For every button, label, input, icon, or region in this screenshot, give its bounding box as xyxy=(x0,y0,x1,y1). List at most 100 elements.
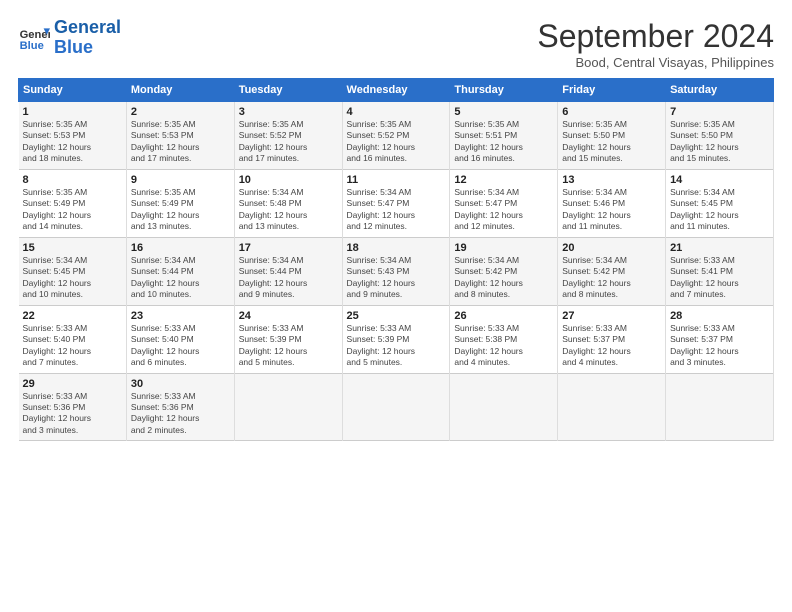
day-info: Sunrise: 5:33 AM Sunset: 5:40 PM Dayligh… xyxy=(23,323,122,369)
day-info: Sunrise: 5:33 AM Sunset: 5:39 PM Dayligh… xyxy=(347,323,446,369)
day-info: Sunrise: 5:35 AM Sunset: 5:52 PM Dayligh… xyxy=(239,119,338,165)
calendar-cell: 9Sunrise: 5:35 AM Sunset: 5:49 PM Daylig… xyxy=(126,169,234,237)
day-info: Sunrise: 5:34 AM Sunset: 5:46 PM Dayligh… xyxy=(562,187,661,233)
col-saturday: Saturday xyxy=(666,79,774,102)
week-row-4: 22Sunrise: 5:33 AM Sunset: 5:40 PM Dayli… xyxy=(19,305,774,373)
calendar-cell: 12Sunrise: 5:34 AM Sunset: 5:47 PM Dayli… xyxy=(450,169,558,237)
col-monday: Monday xyxy=(126,79,234,102)
day-info: Sunrise: 5:33 AM Sunset: 5:38 PM Dayligh… xyxy=(454,323,553,369)
day-number: 9 xyxy=(131,174,230,186)
day-info: Sunrise: 5:34 AM Sunset: 5:47 PM Dayligh… xyxy=(454,187,553,233)
day-number: 3 xyxy=(239,106,338,118)
month-title: September 2024 xyxy=(537,18,774,55)
col-friday: Friday xyxy=(558,79,666,102)
week-row-5: 29Sunrise: 5:33 AM Sunset: 5:36 PM Dayli… xyxy=(19,373,774,441)
col-wednesday: Wednesday xyxy=(342,79,450,102)
day-info: Sunrise: 5:33 AM Sunset: 5:37 PM Dayligh… xyxy=(562,323,661,369)
day-number: 18 xyxy=(347,242,446,254)
day-info: Sunrise: 5:34 AM Sunset: 5:43 PM Dayligh… xyxy=(347,255,446,301)
day-number: 5 xyxy=(454,106,553,118)
calendar-table: Sunday Monday Tuesday Wednesday Thursday… xyxy=(18,78,774,441)
day-number: 28 xyxy=(670,310,769,322)
calendar-cell: 22Sunrise: 5:33 AM Sunset: 5:40 PM Dayli… xyxy=(19,305,127,373)
col-tuesday: Tuesday xyxy=(234,79,342,102)
day-number: 23 xyxy=(131,310,230,322)
day-number: 30 xyxy=(131,378,230,390)
day-number: 6 xyxy=(562,106,661,118)
day-info: Sunrise: 5:34 AM Sunset: 5:48 PM Dayligh… xyxy=(239,187,338,233)
day-info: Sunrise: 5:35 AM Sunset: 5:50 PM Dayligh… xyxy=(562,119,661,165)
day-number: 17 xyxy=(239,242,338,254)
day-info: Sunrise: 5:33 AM Sunset: 5:36 PM Dayligh… xyxy=(23,391,122,437)
day-info: Sunrise: 5:34 AM Sunset: 5:44 PM Dayligh… xyxy=(131,255,230,301)
week-row-1: 1Sunrise: 5:35 AM Sunset: 5:53 PM Daylig… xyxy=(19,102,774,170)
day-number: 1 xyxy=(23,106,122,118)
day-number: 2 xyxy=(131,106,230,118)
day-number: 15 xyxy=(23,242,122,254)
calendar-cell: 13Sunrise: 5:34 AM Sunset: 5:46 PM Dayli… xyxy=(558,169,666,237)
day-info: Sunrise: 5:35 AM Sunset: 5:49 PM Dayligh… xyxy=(131,187,230,233)
calendar-cell xyxy=(558,373,666,441)
calendar-cell xyxy=(342,373,450,441)
calendar-cell: 6Sunrise: 5:35 AM Sunset: 5:50 PM Daylig… xyxy=(558,102,666,170)
svg-text:Blue: Blue xyxy=(20,40,44,52)
day-number: 25 xyxy=(347,310,446,322)
day-number: 20 xyxy=(562,242,661,254)
calendar-cell xyxy=(450,373,558,441)
day-number: 12 xyxy=(454,174,553,186)
title-section: September 2024 Bood, Central Visayas, Ph… xyxy=(537,18,774,70)
calendar-cell: 20Sunrise: 5:34 AM Sunset: 5:42 PM Dayli… xyxy=(558,237,666,305)
day-info: Sunrise: 5:35 AM Sunset: 5:52 PM Dayligh… xyxy=(347,119,446,165)
calendar-cell: 4Sunrise: 5:35 AM Sunset: 5:52 PM Daylig… xyxy=(342,102,450,170)
calendar-cell: 23Sunrise: 5:33 AM Sunset: 5:40 PM Dayli… xyxy=(126,305,234,373)
subtitle: Bood, Central Visayas, Philippines xyxy=(537,55,774,70)
header-row: Sunday Monday Tuesday Wednesday Thursday… xyxy=(19,79,774,102)
day-number: 11 xyxy=(347,174,446,186)
calendar-cell: 26Sunrise: 5:33 AM Sunset: 5:38 PM Dayli… xyxy=(450,305,558,373)
day-info: Sunrise: 5:34 AM Sunset: 5:42 PM Dayligh… xyxy=(562,255,661,301)
day-number: 13 xyxy=(562,174,661,186)
calendar-cell: 11Sunrise: 5:34 AM Sunset: 5:47 PM Dayli… xyxy=(342,169,450,237)
day-info: Sunrise: 5:34 AM Sunset: 5:47 PM Dayligh… xyxy=(347,187,446,233)
day-info: Sunrise: 5:33 AM Sunset: 5:37 PM Dayligh… xyxy=(670,323,769,369)
day-info: Sunrise: 5:33 AM Sunset: 5:36 PM Dayligh… xyxy=(131,391,230,437)
day-info: Sunrise: 5:35 AM Sunset: 5:53 PM Dayligh… xyxy=(23,119,122,165)
day-info: Sunrise: 5:34 AM Sunset: 5:45 PM Dayligh… xyxy=(670,187,769,233)
calendar-cell: 28Sunrise: 5:33 AM Sunset: 5:37 PM Dayli… xyxy=(666,305,774,373)
calendar-cell: 1Sunrise: 5:35 AM Sunset: 5:53 PM Daylig… xyxy=(19,102,127,170)
page: General Blue GeneralBlue September 2024 … xyxy=(0,0,792,612)
day-info: Sunrise: 5:34 AM Sunset: 5:44 PM Dayligh… xyxy=(239,255,338,301)
calendar-cell: 3Sunrise: 5:35 AM Sunset: 5:52 PM Daylig… xyxy=(234,102,342,170)
day-number: 27 xyxy=(562,310,661,322)
day-number: 24 xyxy=(239,310,338,322)
calendar-cell xyxy=(234,373,342,441)
day-number: 16 xyxy=(131,242,230,254)
day-info: Sunrise: 5:33 AM Sunset: 5:41 PM Dayligh… xyxy=(670,255,769,301)
calendar-cell: 10Sunrise: 5:34 AM Sunset: 5:48 PM Dayli… xyxy=(234,169,342,237)
week-row-2: 8Sunrise: 5:35 AM Sunset: 5:49 PM Daylig… xyxy=(19,169,774,237)
day-number: 4 xyxy=(347,106,446,118)
day-number: 10 xyxy=(239,174,338,186)
calendar-cell: 7Sunrise: 5:35 AM Sunset: 5:50 PM Daylig… xyxy=(666,102,774,170)
logo: General Blue GeneralBlue xyxy=(18,18,121,58)
calendar-cell: 16Sunrise: 5:34 AM Sunset: 5:44 PM Dayli… xyxy=(126,237,234,305)
day-number: 19 xyxy=(454,242,553,254)
day-info: Sunrise: 5:35 AM Sunset: 5:51 PM Dayligh… xyxy=(454,119,553,165)
day-number: 26 xyxy=(454,310,553,322)
day-info: Sunrise: 5:35 AM Sunset: 5:53 PM Dayligh… xyxy=(131,119,230,165)
calendar-cell: 21Sunrise: 5:33 AM Sunset: 5:41 PM Dayli… xyxy=(666,237,774,305)
day-number: 8 xyxy=(23,174,122,186)
day-number: 29 xyxy=(23,378,122,390)
day-info: Sunrise: 5:33 AM Sunset: 5:40 PM Dayligh… xyxy=(131,323,230,369)
col-sunday: Sunday xyxy=(19,79,127,102)
calendar-cell: 24Sunrise: 5:33 AM Sunset: 5:39 PM Dayli… xyxy=(234,305,342,373)
day-info: Sunrise: 5:35 AM Sunset: 5:49 PM Dayligh… xyxy=(23,187,122,233)
day-number: 22 xyxy=(23,310,122,322)
day-info: Sunrise: 5:34 AM Sunset: 5:42 PM Dayligh… xyxy=(454,255,553,301)
calendar-cell: 25Sunrise: 5:33 AM Sunset: 5:39 PM Dayli… xyxy=(342,305,450,373)
day-info: Sunrise: 5:33 AM Sunset: 5:39 PM Dayligh… xyxy=(239,323,338,369)
calendar-cell: 29Sunrise: 5:33 AM Sunset: 5:36 PM Dayli… xyxy=(19,373,127,441)
calendar-cell: 18Sunrise: 5:34 AM Sunset: 5:43 PM Dayli… xyxy=(342,237,450,305)
calendar-cell: 19Sunrise: 5:34 AM Sunset: 5:42 PM Dayli… xyxy=(450,237,558,305)
calendar-cell: 14Sunrise: 5:34 AM Sunset: 5:45 PM Dayli… xyxy=(666,169,774,237)
